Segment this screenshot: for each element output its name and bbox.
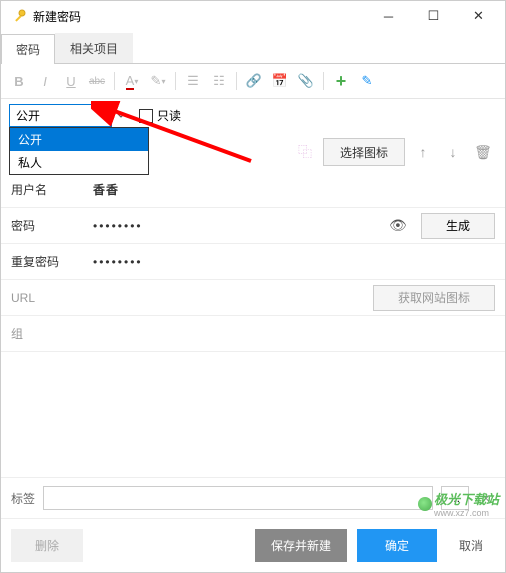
row-username: 用户名 香香: [1, 172, 505, 208]
close-button[interactable]: ✕: [456, 2, 501, 31]
font-color-button[interactable]: A▾: [120, 69, 144, 93]
checkbox-box: [139, 109, 153, 123]
combo-value: 公开: [16, 107, 40, 124]
maximize-button[interactable]: ☐: [411, 2, 456, 31]
group-label: 组: [11, 325, 93, 342]
bullet-list-button[interactable]: ☰: [181, 69, 205, 93]
combo-option-public[interactable]: 公开: [10, 128, 148, 151]
footer: 删除 保存并新建 确定 取消: [1, 518, 505, 572]
tab-related[interactable]: 相关项目: [55, 33, 133, 63]
username-label: 用户名: [11, 181, 93, 198]
readonly-checkbox[interactable]: 只读: [139, 107, 181, 124]
window-title: 新建密码: [33, 8, 366, 25]
attach-button[interactable]: 📎: [294, 69, 318, 93]
trash-icon[interactable]: 🗑: [471, 139, 495, 165]
row-repeat: 重复密码 ••••••••: [1, 244, 505, 280]
visibility-combo[interactable]: 公开 公开 私人: [9, 104, 129, 127]
repeat-label: 重复密码: [11, 253, 93, 270]
tags-input[interactable]: [43, 486, 433, 510]
link-button[interactable]: 🔗: [242, 69, 266, 93]
copy-icon[interactable]: ⿻: [293, 139, 317, 165]
password-value[interactable]: ••••••••: [93, 219, 389, 233]
watermark-url: www.xz7.com: [434, 508, 499, 518]
tab-password[interactable]: 密码: [1, 34, 55, 64]
italic-button[interactable]: I: [33, 69, 57, 93]
key-icon: [11, 8, 27, 24]
eye-icon[interactable]: 👁: [389, 217, 413, 234]
watermark-text: 极光下载站: [434, 489, 499, 508]
password-label: 密码: [11, 217, 93, 234]
save-and-new-button[interactable]: 保存并新建: [255, 529, 347, 562]
cancel-button[interactable]: 取消: [447, 529, 495, 562]
watermark-logo-icon: [418, 497, 432, 511]
calendar-button[interactable]: 📅: [268, 69, 292, 93]
repeat-value[interactable]: ••••••••: [93, 255, 495, 269]
url-label: URL: [11, 291, 93, 305]
username-value[interactable]: 香香: [93, 181, 495, 198]
combo-option-private[interactable]: 私人: [10, 151, 148, 174]
visibility-row: 公开 公开 私人 只读: [1, 99, 505, 132]
form: 用户名 香香 密码 •••••••• 👁 生成 重复密码 •••••••• UR…: [1, 172, 505, 352]
strike-button[interactable]: abc: [85, 69, 109, 93]
select-icon-button[interactable]: 选择图标: [323, 138, 405, 166]
watermark: 极光下载站 www.xz7.com: [418, 489, 499, 518]
tags-label: 标签: [11, 490, 35, 507]
row-group: 组: [1, 316, 505, 352]
ok-button[interactable]: 确定: [357, 529, 437, 562]
get-site-icon-button[interactable]: 获取网站图标: [373, 285, 495, 311]
number-list-button[interactable]: ☷: [207, 69, 231, 93]
title-bar: 新建密码 ─ ☐ ✕: [1, 1, 505, 31]
format-toolbar: B I U abc A▾ ✎▾ ☰ ☷ 🔗 📅 📎 + ✎: [1, 64, 505, 99]
edit-button[interactable]: ✎: [355, 69, 379, 93]
generate-button[interactable]: 生成: [421, 213, 495, 239]
add-button[interactable]: +: [329, 69, 353, 93]
tab-bar: 密码 相关项目: [1, 33, 505, 64]
highlight-button[interactable]: ✎▾: [146, 69, 170, 93]
up-arrow-icon[interactable]: ↑: [411, 139, 435, 165]
chevron-down-icon[interactable]: [111, 104, 129, 127]
delete-button[interactable]: 删除: [11, 529, 83, 562]
visibility-dropdown: 公开 私人: [9, 127, 149, 175]
readonly-label: 只读: [157, 107, 181, 124]
minimize-button[interactable]: ─: [366, 2, 411, 31]
row-password: 密码 •••••••• 👁 生成: [1, 208, 505, 244]
bold-button[interactable]: B: [7, 69, 31, 93]
down-arrow-icon[interactable]: ↓: [441, 139, 465, 165]
underline-button[interactable]: U: [59, 69, 83, 93]
row-url: URL 获取网站图标: [1, 280, 505, 316]
